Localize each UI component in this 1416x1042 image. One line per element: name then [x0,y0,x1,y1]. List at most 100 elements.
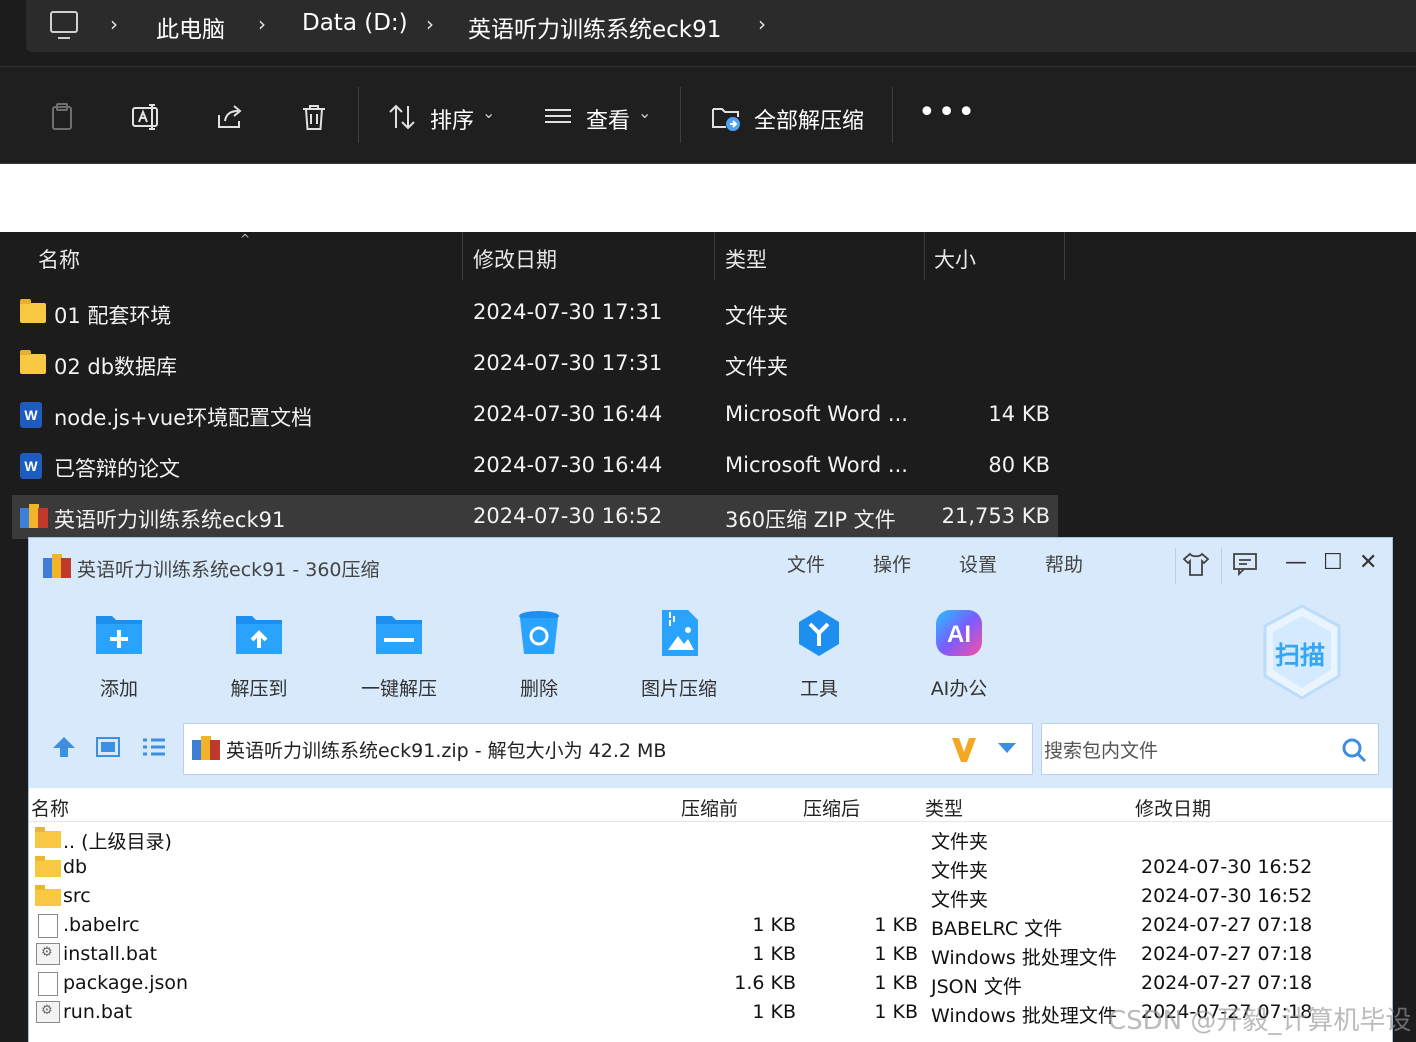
entry-before: 1.6 KB [734,972,796,994]
extract-folder-icon[interactable] [710,101,742,133]
entry-before: 1 KB [752,914,796,936]
breadcrumb-drive[interactable]: Data (D:) [302,10,408,36]
ai-office-button[interactable]: AI AI办公 [909,606,1009,701]
delete-icon[interactable] [298,101,330,133]
zip-row[interactable]: src 文件夹 2024-07-30 16:52 [29,882,1392,911]
breadcrumb-this-pc[interactable]: 此电脑 [156,10,225,44]
file-type: Microsoft Word ... [725,402,908,426]
zip-row[interactable]: .babelrc 1 KB 1 KB BABELRC 文件 2024-07-27… [29,911,1392,940]
file-name: node.js+vue环境配置文档 [54,406,313,430]
zip-row[interactable]: install.bat 1 KB 1 KB Windows 批处理文件 2024… [29,940,1392,969]
column-divider[interactable] [924,232,925,280]
file-row-selected[interactable]: 英语听力训练系统eck91 2024-07-30 16:52 360压缩 ZIP… [12,495,1058,539]
up-arrow-icon[interactable] [51,735,77,763]
column-name[interactable]: 名称 [38,244,80,274]
zip-address-bar: 英语听力训练系统eck91.zip - 解包大小为 42.2 MB 搜索包内文件 [29,721,1392,787]
image-compress-button[interactable]: 图片压缩 [629,606,729,701]
entry-name: .. (上级目录) [63,831,172,853]
share-icon[interactable] [214,101,246,133]
entry-after: 1 KB [874,972,918,994]
chevron-right-icon[interactable]: › [426,12,434,36]
breadcrumb-folder[interactable]: 英语听力训练系统eck91 [468,10,721,44]
file-row[interactable]: 02 db数据库 2024-07-30 17:31 文件夹 [12,342,1058,386]
feedback-icon[interactable] [1231,550,1259,582]
file-name: 已答辩的论文 [54,457,180,481]
entry-date: 2024-07-27 07:18 [1141,972,1313,994]
zip-row[interactable]: package.json 1.6 KB 1 KB JSON 文件 2024-07… [29,969,1392,998]
file-icon [35,972,61,996]
file-date: 2024-07-30 17:31 [473,300,663,324]
360zip-logo-icon [43,554,71,580]
minimize-icon[interactable]: — [1285,550,1307,575]
image-compress-label: 图片压缩 [640,678,717,700]
menu-operation[interactable]: 操作 [873,550,911,577]
add-label: 添加 [99,678,138,700]
menu-settings[interactable]: 设置 [959,550,997,577]
file-row[interactable]: 01 配套环境 2024-07-30 17:31 文件夹 [12,291,1058,335]
chevron-right-icon[interactable]: › [110,12,118,36]
menu-help[interactable]: 帮助 [1045,550,1083,577]
extract-to-icon [232,606,286,660]
v-logo-icon[interactable] [950,734,978,768]
file-row[interactable]: W node.js+vue环境配置文档 2024-07-30 16:44 Mic… [12,393,1058,437]
zip-window: 英语听力训练系统eck91 - 360压缩 文件 操作 设置 帮助 — ☐ ✕ … [28,537,1393,1042]
skin-icon[interactable] [1181,550,1211,584]
delete-button[interactable]: 删除 [489,606,589,701]
list-view-icon[interactable] [141,736,167,762]
file-row[interactable]: W 已答辩的论文 2024-07-30 16:44 Microsoft Word… [12,444,1058,488]
column-divider[interactable] [1064,232,1065,280]
tools-button[interactable]: 工具 [769,606,869,701]
sort-button[interactable]: 排序 [430,103,474,135]
chevron-right-icon[interactable]: › [758,12,766,36]
file-date: 2024-07-30 16:52 [473,504,663,528]
view-icon[interactable] [542,101,574,133]
recycle-bin-icon [512,606,566,660]
entry-type: 文件夹 [931,889,989,911]
column-divider[interactable] [714,232,715,280]
column-date[interactable]: 修改日期 [1135,794,1211,821]
folder-icon [20,350,46,375]
column-name[interactable]: 名称 [31,794,69,821]
ai-office-label: AI办公 [930,678,988,700]
more-options-icon[interactable]: ••• [918,95,977,130]
maximize-icon[interactable]: ☐ [1323,550,1343,575]
close-icon[interactable]: ✕ [1359,550,1377,575]
chevron-right-icon[interactable]: › [258,12,266,36]
word-document-icon: W [20,453,46,479]
entry-after: 1 KB [874,1001,918,1023]
column-divider[interactable] [462,232,463,280]
entry-before: 1 KB [752,1001,796,1023]
menu-file[interactable]: 文件 [787,550,825,577]
file-date: 2024-07-30 16:44 [473,402,663,426]
sort-icon[interactable] [386,101,418,133]
delete-label: 删除 [519,678,558,700]
zip-row[interactable]: db 文件夹 2024-07-30 16:52 [29,853,1392,882]
one-click-extract-label: 一键解压 [360,678,437,700]
column-before[interactable]: 压缩前 [681,794,738,821]
paste-icon[interactable] [46,101,78,133]
search-input[interactable]: 搜索包内文件 [1041,723,1379,775]
dropdown-arrow-icon[interactable] [996,740,1018,759]
zip-row[interactable]: .. (上级目录) 文件夹 [29,824,1392,853]
one-click-extract-button[interactable]: 一键解压 [349,606,449,701]
view-button[interactable]: 查看 [586,103,630,135]
chevron-down-icon[interactable]: ⌄ [482,103,495,122]
folder-icon [35,885,61,907]
search-icon[interactable] [1340,736,1368,768]
rename-icon[interactable] [130,101,162,133]
path-field[interactable]: 英语听力训练系统eck91.zip - 解包大小为 42.2 MB [183,723,1033,775]
extract-to-button[interactable]: 解压到 [209,606,309,701]
column-date[interactable]: 修改日期 [473,244,557,274]
column-after[interactable]: 压缩后 [803,794,860,821]
computer-icon[interactable] [50,11,78,39]
scan-button[interactable]: 扫描 [1261,604,1343,700]
entry-type: 文件夹 [931,831,989,853]
chevron-down-icon[interactable]: ⌄ [638,103,651,122]
path-text: 英语听力训练系统eck91.zip - 解包大小为 42.2 MB [226,740,667,762]
column-type[interactable]: 类型 [725,244,767,274]
add-button[interactable]: 添加 [69,606,169,701]
extract-all-button[interactable]: 全部解压缩 [754,103,864,135]
column-type[interactable]: 类型 [925,794,963,821]
column-size[interactable]: 大小 [934,244,976,274]
thumbnail-view-icon[interactable] [95,736,121,762]
